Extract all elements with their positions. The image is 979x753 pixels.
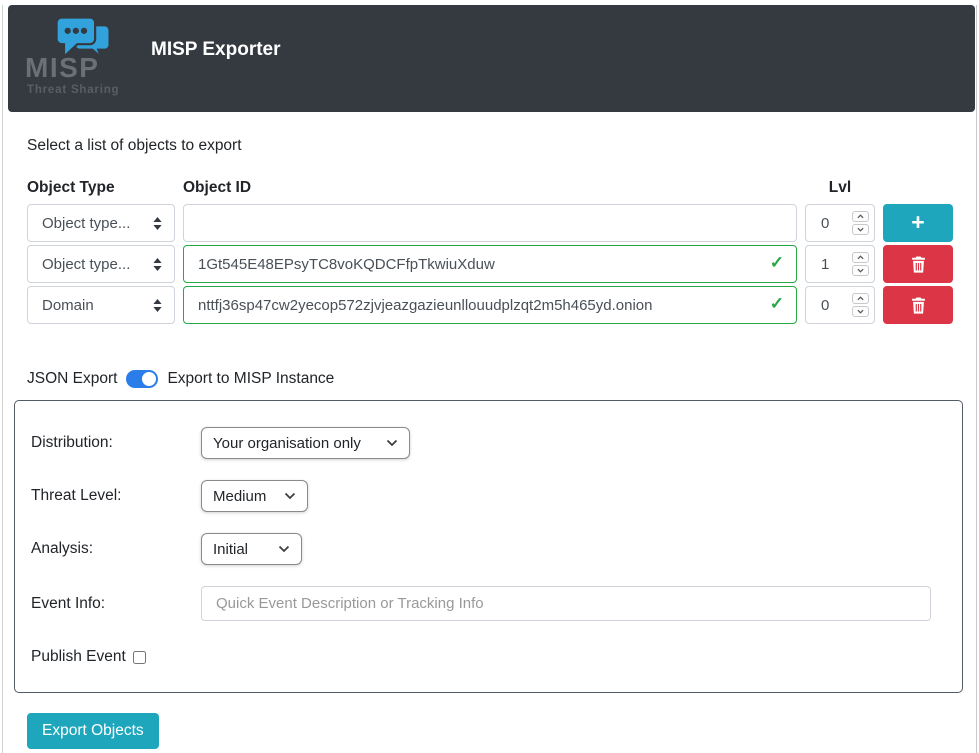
object-row: Object type... ✓ 0: [27, 204, 979, 242]
object-type-select[interactable]: Object type...: [27, 204, 175, 242]
add-row-button[interactable]: +: [883, 204, 953, 242]
column-header-lvl: Lvl: [805, 179, 875, 197]
object-rows: Object type... ✓ 0: [27, 204, 979, 324]
spinner-up-button[interactable]: [852, 252, 869, 263]
analysis-label: Analysis:: [31, 540, 201, 558]
object-type-select[interactable]: Object type...: [27, 245, 175, 283]
distribution-label: Distribution:: [31, 434, 201, 452]
level-value: 1: [821, 256, 852, 273]
window-right-border: [976, 5, 977, 753]
object-table-header: Object Type Object ID Lvl: [27, 179, 979, 197]
export-objects-button[interactable]: Export Objects: [27, 713, 159, 749]
spinner-up-button[interactable]: [852, 293, 869, 304]
number-spinner: [852, 211, 869, 235]
object-type-selected-value: Domain: [42, 297, 149, 314]
delete-row-button[interactable]: [883, 245, 953, 283]
number-spinner: [852, 252, 869, 276]
threat-level-row: Threat Level: Medium: [31, 480, 946, 512]
spinner-down-button[interactable]: [852, 224, 869, 235]
object-row: Object type... ✓ 1: [27, 245, 979, 283]
distribution-row: Distribution: Your organisation only: [31, 427, 946, 459]
export-to-misp-label: Export to MISP Instance: [167, 370, 334, 388]
level-number-input[interactable]: 0: [805, 286, 875, 324]
misp-logo: MISP Threat Sharing: [25, 10, 129, 107]
valid-check-icon: ✓: [770, 294, 784, 314]
spinner-up-button[interactable]: [852, 211, 869, 222]
threat-level-selected-value: Medium: [213, 488, 266, 505]
main-content: Select a list of objects to export Objec…: [0, 112, 979, 749]
event-info-input[interactable]: [201, 586, 931, 621]
object-id-input[interactable]: [183, 286, 797, 324]
object-type-selected-value: Object type...: [42, 215, 149, 232]
select-updown-icon: [153, 258, 162, 271]
page-title: MISP Exporter: [151, 39, 281, 61]
level-value: 0: [821, 215, 852, 232]
object-type-select[interactable]: Domain: [27, 286, 175, 324]
chevron-down-icon: [386, 439, 398, 447]
select-updown-icon: [153, 299, 162, 312]
misp-logo-tagline: Threat Sharing: [27, 84, 119, 96]
level-number-input[interactable]: 1: [805, 245, 875, 283]
distribution-selected-value: Your organisation only: [213, 435, 361, 452]
level-value: 0: [821, 297, 852, 314]
chevron-down-icon: [278, 545, 290, 553]
misp-instance-form: Distribution: Your organisation only Thr…: [14, 400, 963, 693]
valid-check-icon: ✓: [770, 253, 784, 273]
threat-level-label: Threat Level:: [31, 487, 201, 505]
window-left-border: [2, 5, 3, 753]
app-header: MISP Threat Sharing MISP Exporter: [8, 5, 975, 112]
spinner-down-button[interactable]: [852, 265, 869, 276]
json-export-label: JSON Export: [27, 370, 117, 388]
event-info-label: Event Info:: [31, 595, 201, 613]
intro-text: Select a list of objects to export: [27, 137, 979, 155]
object-row: Domain ✓ 0: [27, 286, 979, 324]
chevron-down-icon: [284, 492, 296, 500]
distribution-select[interactable]: Your organisation only: [201, 427, 410, 459]
object-id-input[interactable]: [183, 245, 797, 283]
object-id-field: ✓: [183, 204, 797, 242]
plus-icon: +: [911, 211, 924, 234]
level-number-input[interactable]: 0: [805, 204, 875, 242]
number-spinner: [852, 293, 869, 317]
trash-icon: [911, 256, 926, 273]
object-id-field: ✓: [183, 245, 797, 283]
delete-row-button[interactable]: [883, 286, 953, 324]
publish-event-row: Publish Event: [31, 648, 946, 666]
column-header-object-id: Object ID: [183, 179, 797, 197]
threat-level-select[interactable]: Medium: [201, 480, 308, 512]
analysis-select[interactable]: Initial: [201, 533, 302, 565]
spinner-down-button[interactable]: [852, 306, 869, 317]
object-id-field: ✓: [183, 286, 797, 324]
object-id-input[interactable]: [183, 204, 797, 242]
misp-logo-brand: MISP: [25, 52, 99, 84]
publish-event-label: Publish Event: [31, 648, 126, 666]
export-mode-toggle[interactable]: [126, 370, 158, 388]
column-header-object-type: Object Type: [27, 179, 175, 197]
publish-event-checkbox[interactable]: [133, 651, 146, 664]
event-info-row: Event Info:: [31, 586, 946, 621]
object-table: Object Type Object ID Lvl Object type...…: [27, 179, 979, 324]
analysis-row: Analysis: Initial: [31, 533, 946, 565]
trash-icon: [911, 297, 926, 314]
select-updown-icon: [153, 217, 162, 230]
export-mode-row: JSON Export Export to MISP Instance: [27, 370, 979, 388]
object-type-selected-value: Object type...: [42, 256, 149, 273]
analysis-selected-value: Initial: [213, 541, 248, 558]
